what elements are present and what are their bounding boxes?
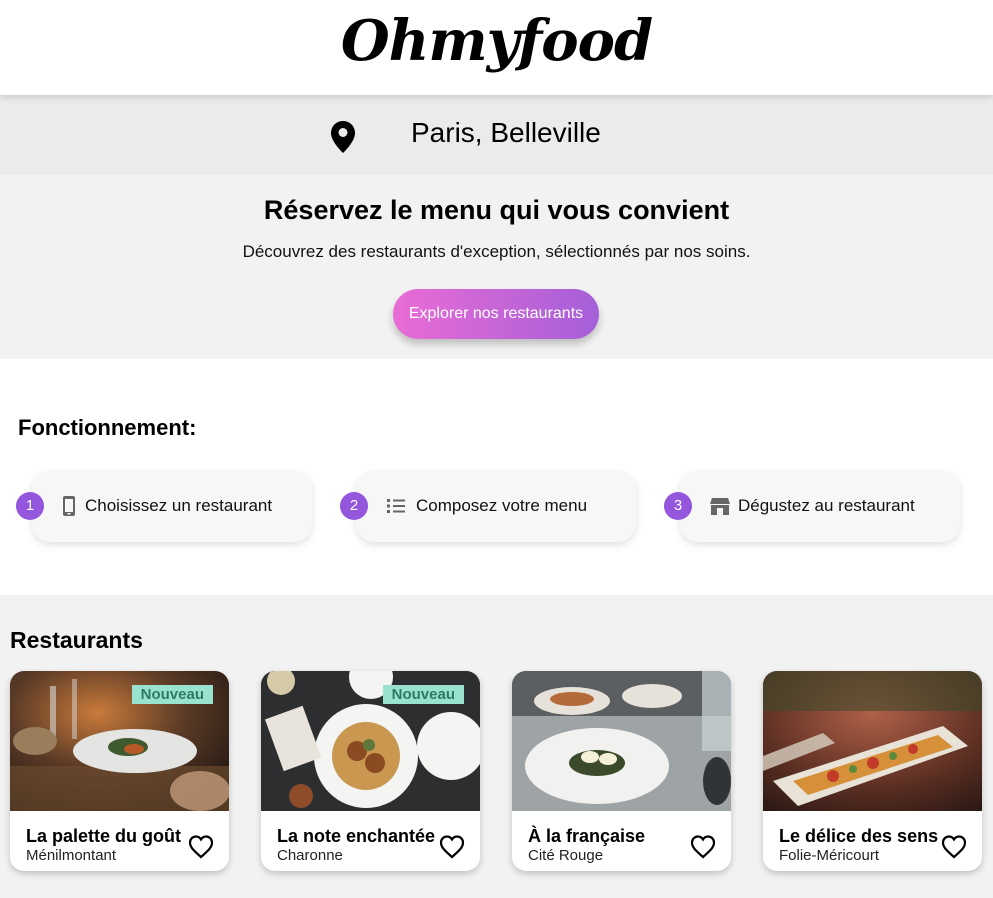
restaurant-location: Ménilmontant (26, 847, 117, 864)
heart-icon[interactable] (941, 835, 967, 859)
new-badge: Nouveau (382, 685, 464, 704)
restaurant-card-4[interactable]: Le délice des sens Folie-Méricourt (763, 671, 982, 871)
map-pin-icon (331, 121, 355, 153)
restaurant-location: Cité Rouge (528, 847, 604, 864)
restaurant-card-1[interactable]: Nouveau La palette du goût Ménilmontant (10, 671, 229, 871)
restaurant-photo-4 (763, 671, 982, 811)
restaurant-photo-3 (512, 671, 731, 811)
step-label-2: Composez votre menu (416, 496, 588, 515)
restaurant-card-2[interactable]: Nouveau La note enchantée Charonne (261, 671, 480, 871)
heart-icon[interactable] (690, 835, 716, 859)
hero-subtitle: Découvrez des restaurants d'exception, s… (242, 242, 751, 261)
restaurant-card-3[interactable]: À la française Cité Rouge (512, 671, 731, 871)
restaurant-name: À la française (528, 826, 646, 846)
step-number-3: 3 (664, 492, 692, 520)
site-header: Ohmyfood (0, 0, 993, 95)
restaurant-name: La note enchantée (277, 826, 436, 846)
store-icon (710, 498, 730, 515)
hero-title: Réservez le menu qui vous convient (263, 195, 730, 225)
location-label: Paris, Belleville (411, 117, 601, 148)
heart-icon[interactable] (188, 835, 214, 859)
step-number-2: 2 (340, 492, 368, 520)
new-badge: Nouveau (131, 685, 213, 704)
step-label-1: Choisissez un restaurant (85, 496, 273, 515)
list-icon (387, 499, 405, 513)
restaurants-title: Restaurants (10, 627, 143, 653)
restaurant-location: Charonne (277, 847, 343, 864)
step-label-3: Dégustez au restaurant (738, 496, 915, 515)
how-it-works-title: Fonctionnement: (18, 415, 197, 440)
restaurant-name: La palette du goût (26, 826, 181, 846)
site-logo[interactable]: Ohmyfood (0, 8, 993, 74)
restaurant-location: Folie-Méricourt (779, 847, 880, 864)
heart-icon[interactable] (439, 835, 465, 859)
step-number-1: 1 (16, 492, 44, 520)
explore-restaurants-button[interactable]: Explorer nos restaurants (393, 289, 599, 339)
phone-icon (63, 496, 75, 516)
restaurant-name: Le délice des sens (779, 826, 939, 846)
